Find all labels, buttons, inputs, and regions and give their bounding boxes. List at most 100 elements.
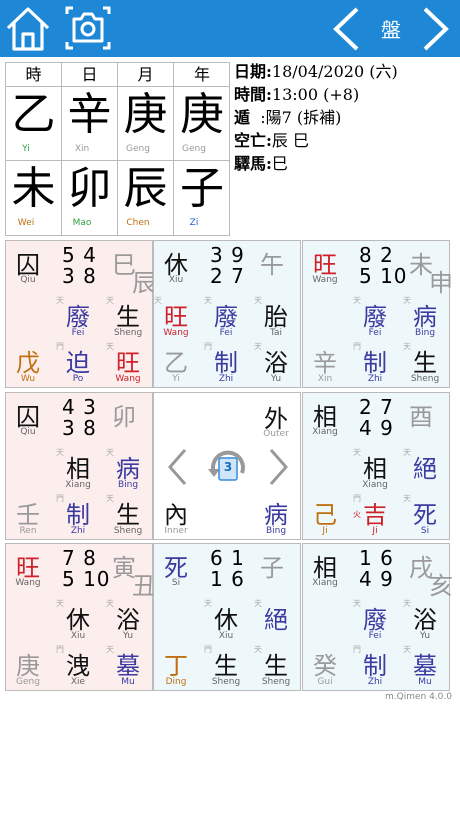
god-py: Xiu	[70, 631, 86, 641]
star-py: Xiang	[312, 427, 338, 437]
palace-cell[interactable]: 相 Xiang 1 64 9 戌亥天廢 Fei 天浴 Yu 癸 Gui 門制 Zhi 天墓 Mu	[302, 543, 453, 691]
number-row: 2 7	[210, 264, 245, 288]
men-tag: 門	[56, 342, 64, 351]
state-py: Sheng	[410, 374, 440, 384]
pillar-header: 月	[118, 63, 174, 87]
door-py: Zhi	[367, 374, 383, 384]
tian-tag: 天	[106, 494, 114, 503]
tian-tag: 天	[353, 296, 361, 305]
void-row: 空亡:辰 巳	[234, 131, 310, 150]
state-char: 墓	[116, 652, 140, 680]
pan-label[interactable]: 盤	[374, 14, 408, 43]
star-py: Si	[171, 578, 181, 588]
stem-py: Yi	[172, 374, 180, 384]
tian-tag: 天	[403, 599, 411, 608]
tian-tag: 天	[106, 296, 114, 305]
state-py: Sheng	[261, 677, 291, 687]
branch-cell: 辰 Chen	[118, 161, 174, 235]
god-char: 旺	[164, 303, 188, 331]
state-char: 旺	[116, 349, 140, 377]
tian-tag: 天	[254, 645, 262, 654]
god-char: 生	[116, 303, 140, 331]
toolbar: 盤	[0, 0, 460, 57]
palace-cell[interactable]: 外 Outer 3 內 Inner 病 Bing	[153, 392, 301, 540]
state-char: 生	[264, 652, 288, 680]
state-py: Wang	[115, 374, 141, 384]
stem-char: 戊	[16, 349, 40, 377]
tian-tag: 天	[56, 599, 64, 608]
tian-tag: 天	[353, 448, 361, 457]
branch-cell: 子 Zi	[180, 163, 224, 228]
rotate-badge-number: 3	[223, 460, 233, 474]
god-py: Bing	[414, 328, 436, 338]
stem-cell: 辛 Xin	[62, 87, 118, 161]
chevron-right-icon[interactable]	[268, 447, 290, 487]
door-char: 迫	[66, 349, 90, 377]
star-py: Xiang	[312, 578, 338, 588]
camera-icon[interactable]	[64, 5, 112, 51]
palace-cell[interactable]: 囚 Qiu 4 33 8 卯天相 Xiang 天病 Bing 壬 Ren 門制 Zhi 天生 Sheng	[5, 392, 153, 540]
branch-char: 卯	[112, 403, 136, 431]
palace-cell[interactable]: 休 Xiu 3 92 7 午天旺 Wang 天廢 Fei 天胎 Tai 乙 Yi 門制 Zhi 天浴 Yu	[153, 240, 301, 388]
door-py: Sheng	[211, 677, 241, 687]
god-py: Fei	[71, 328, 85, 338]
chevron-left-icon[interactable]	[166, 447, 188, 487]
home-icon[interactable]	[4, 4, 52, 52]
state-char: 浴	[264, 349, 288, 377]
branch-cell: 未 Wei	[6, 161, 62, 235]
god-py: Bing	[117, 480, 139, 490]
number-row: 5 10	[62, 567, 111, 591]
tian-tag: 天	[403, 342, 411, 351]
stem-py: Geng	[16, 677, 40, 687]
palace-cell[interactable]: 死 Si 6 11 6 子天休 Xiu 天絕丁 Ding 門生 Sheng 天生 Sheng	[153, 543, 301, 691]
stem-cell: 庚 Geng	[174, 87, 230, 161]
tian-tag: 天	[106, 448, 114, 457]
stem-char: 丁	[164, 652, 188, 680]
chevron-left-icon[interactable]	[331, 6, 361, 52]
door-char: 吉	[363, 501, 387, 529]
palace-cell[interactable]: 旺 Wang 8 25 10 未申天廢 Fei 天病 Bing 辛 Xin 門制 Zhi 天生 Shen…	[302, 240, 453, 388]
god-char: 絕	[413, 455, 437, 483]
god-char: 廢	[363, 606, 387, 634]
horse-row: 驛馬:巳	[234, 154, 288, 173]
chevron-right-icon[interactable]	[421, 6, 451, 52]
door-py: Ji	[372, 526, 378, 536]
men-tag: 門	[353, 645, 361, 654]
state-py: Bing	[265, 526, 287, 536]
palace-cell[interactable]: 旺 Wang 7 85 10 寅丑天休 Xiu 天浴 Yu 庚 Geng 門洩 Xie 天墓 Mu	[5, 543, 156, 691]
palace-cell[interactable]: 囚 Qiu 5 43 8 巳辰天廢 Fei 天生 Sheng 戊 Wu 門迫 Po 天旺 Wang	[5, 240, 156, 388]
state-char: 生	[413, 349, 437, 377]
number-row: 3 8	[62, 416, 97, 440]
god-char: 浴	[413, 606, 437, 634]
stem-char: 庚	[16, 652, 40, 680]
god-char: 廢	[363, 303, 387, 331]
door-py: Zhi	[218, 374, 234, 384]
stem-char: 癸	[313, 652, 337, 680]
date-row: 日期:18/04/2020 (六)	[234, 62, 398, 81]
door-py: Zhi	[70, 526, 86, 536]
god-py: Tai	[269, 328, 283, 338]
tian-tag: 天	[106, 599, 114, 608]
time-row: 時間:13:00 (+8)	[234, 85, 360, 104]
tian-tag: 天	[204, 599, 212, 608]
stem-char: 辛	[313, 349, 337, 377]
stem-char: 壬	[16, 501, 40, 529]
stem-py: Wu	[20, 374, 36, 384]
men-tag: 門	[204, 342, 212, 351]
god-char: 休	[214, 606, 238, 634]
door-char: 生	[214, 652, 238, 680]
god-py: Yu	[419, 631, 431, 641]
god-char: 廢	[214, 303, 238, 331]
stem-cell: 庚 Geng	[118, 87, 174, 161]
god-char: 病	[116, 455, 140, 483]
men-tag: 門	[204, 645, 212, 654]
state-char: 死	[413, 501, 437, 529]
door-char: 洩	[66, 652, 90, 680]
god-char: 廢	[66, 303, 90, 331]
number-row: 3 8	[62, 264, 97, 288]
branch-char: 子	[260, 554, 284, 582]
stem-py: Xin	[317, 374, 333, 384]
state-py: Si	[420, 526, 430, 536]
star-py: Xiu	[168, 275, 184, 285]
palace-cell[interactable]: 相 Xiang 2 74 9 酉天相 Xiang 天絕己 Ji 門火吉 Ji 天死 Si	[302, 392, 450, 540]
